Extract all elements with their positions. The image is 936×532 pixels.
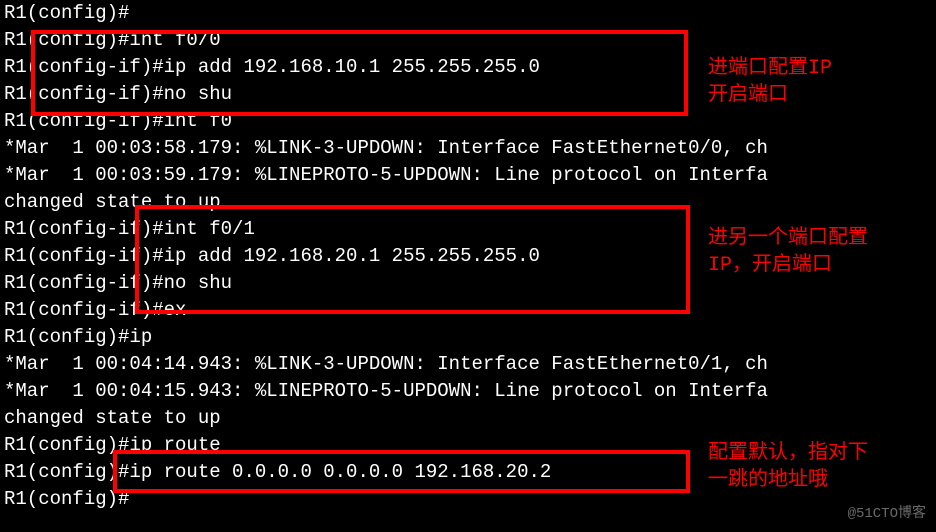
line: changed state to up — [4, 407, 221, 429]
line: R1(config-if)#ex — [4, 299, 186, 321]
annotation-text: 配置默认，指对下 — [708, 442, 868, 465]
watermark: @51CTO博客 — [848, 501, 926, 528]
annotation-text: 进另一个端口配置 — [708, 227, 868, 250]
line: R1(config-if)#ip add 192.168.20.1 255.25… — [4, 245, 540, 267]
line: R1(config-if)#int f0/1 — [4, 218, 255, 240]
line: R1(config-if)#no shu — [4, 83, 232, 105]
line: *Mar 1 00:04:15.943: %LINEPROTO-5-UPDOWN… — [4, 380, 768, 402]
terminal-output: R1(config)# R1(config)#int f0/0 R1(confi… — [4, 0, 768, 513]
annotation-text: IP，开启端口 — [708, 254, 832, 277]
annotation-text: 进端口配置IP — [708, 57, 832, 80]
annotation-text: 开启端口 — [708, 84, 788, 107]
line: R1(config)# — [4, 488, 129, 510]
line: *Mar 1 00:04:14.943: %LINK-3-UPDOWN: Int… — [4, 353, 768, 375]
line: R1(config)#ip — [4, 326, 152, 348]
line: R1(config-if)#int f0 — [4, 110, 232, 132]
line: R1(config)#ip route — [4, 434, 221, 456]
line: changed state to up — [4, 191, 221, 213]
line: R1(config)#int f0/0 — [4, 29, 221, 51]
line: R1(config-if)#no shu — [4, 272, 232, 294]
line: R1(config)# — [4, 2, 129, 24]
line: *Mar 1 00:03:58.179: %LINK-3-UPDOWN: Int… — [4, 137, 768, 159]
annotation-3: 配置默认，指对下 一跳的地址哦 — [708, 440, 868, 494]
line: R1(config-if)#ip add 192.168.10.1 255.25… — [4, 56, 540, 78]
line: *Mar 1 00:03:59.179: %LINEPROTO-5-UPDOWN… — [4, 164, 768, 186]
annotation-2: 进另一个端口配置 IP，开启端口 — [708, 225, 868, 279]
annotation-text: 一跳的地址哦 — [708, 469, 828, 492]
line: R1(config)#ip route 0.0.0.0 0.0.0.0 192.… — [4, 461, 551, 483]
annotation-1: 进端口配置IP 开启端口 — [708, 55, 832, 109]
